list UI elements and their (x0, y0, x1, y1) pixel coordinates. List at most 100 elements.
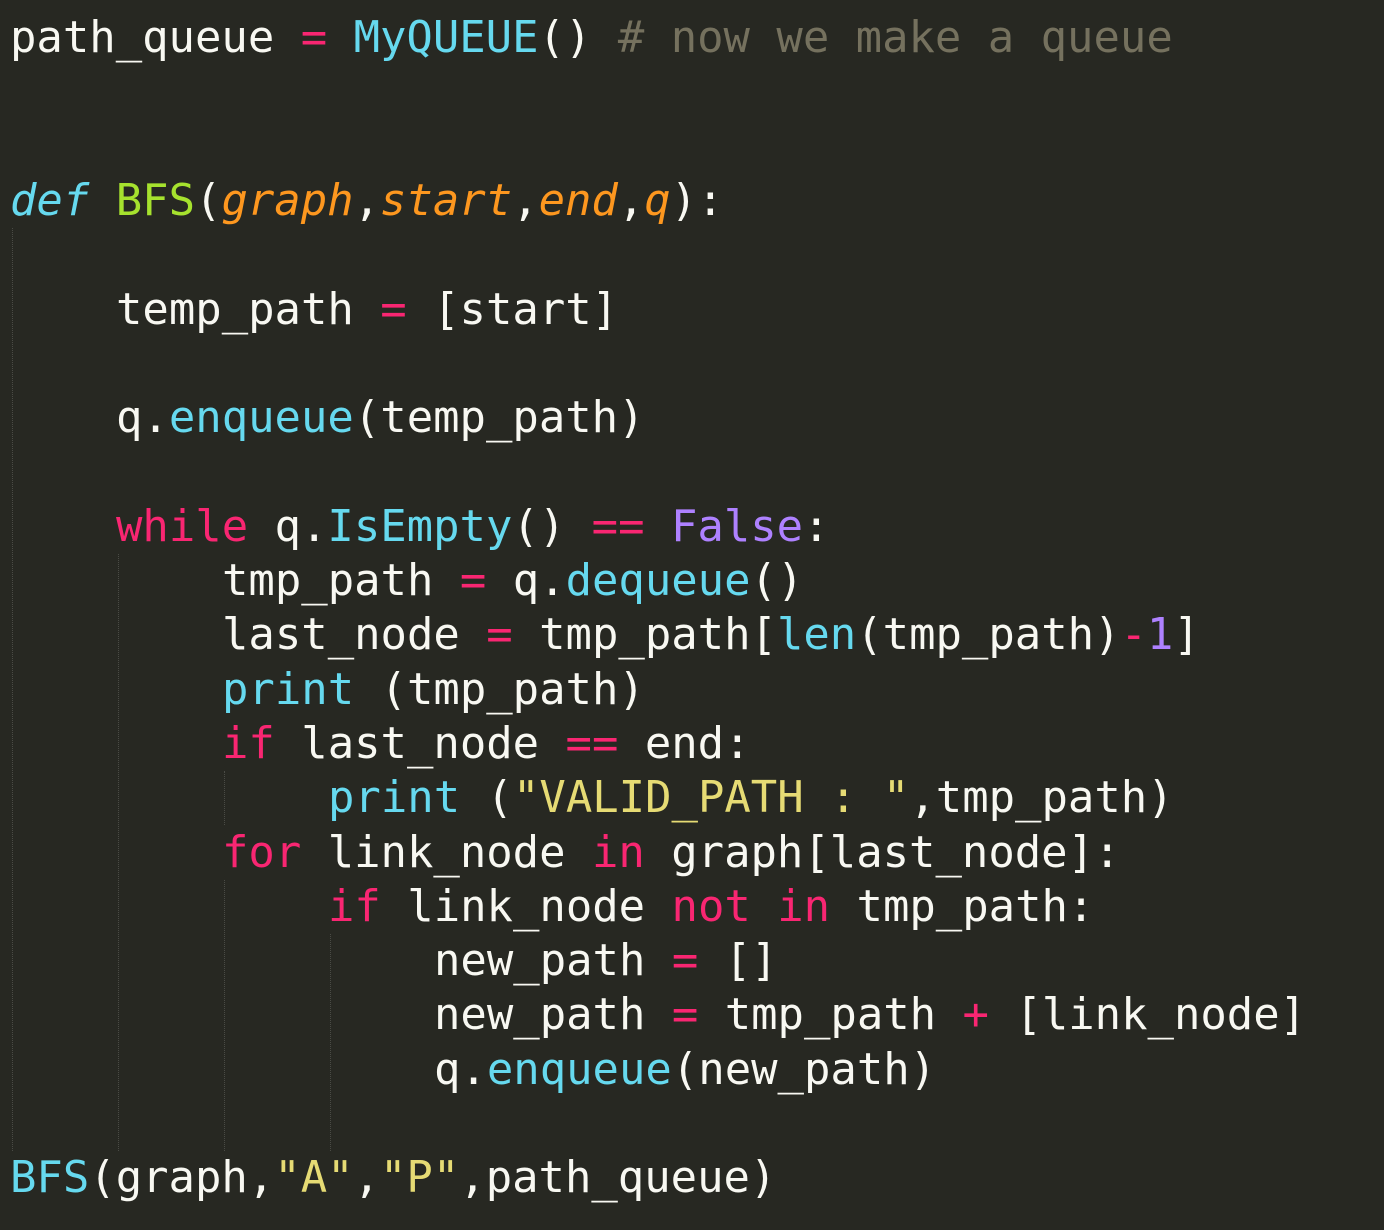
code-token-kw: for (222, 826, 302, 878)
code-line[interactable]: tmp_path = q.dequeue() (222, 554, 803, 608)
code-token-plain: ] (1173, 609, 1200, 661)
code-line[interactable]: while q.IsEmpty() == False: (116, 500, 830, 554)
code-token-plain: , (512, 174, 539, 226)
code-token-builtin: print (222, 663, 355, 715)
code-token-plain: (temp_path) (353, 392, 645, 444)
indent-guide (330, 934, 331, 1152)
code-line[interactable]: if last_node == end: (222, 717, 751, 771)
code-token-plain: new_path (434, 989, 646, 1041)
code-token-plain: tmp_path (698, 989, 963, 1041)
code-token-plain: () (750, 555, 804, 606)
code-token-plain: q. (486, 555, 566, 606)
code-token-op: = (300, 12, 328, 63)
code-token-param: q (644, 174, 671, 226)
code-token-plain: [] (698, 935, 778, 987)
code-token-param: graph (221, 174, 354, 226)
code-token-plain: ,path_queue) (459, 1152, 777, 1204)
code-token-plain: : (803, 500, 830, 552)
code-token-call: dequeue (565, 555, 751, 606)
code-line[interactable]: q.enqueue(temp_path) (116, 391, 645, 445)
code-token-comment: # now we make a queue (617, 12, 1173, 63)
code-token-num: 1 (1146, 609, 1174, 661)
code-token-plain: link_node (301, 826, 592, 878)
code-token-op: == (565, 717, 619, 769)
code-token-plain: q. (116, 392, 169, 444)
code-line[interactable]: q.enqueue(new_path) (434, 1043, 936, 1097)
code-token-kw: while (116, 500, 249, 552)
code-token-plain: path_queue (10, 12, 275, 63)
code-line[interactable]: new_path = [] (434, 934, 778, 988)
code-token-plain: (new_path) (671, 1043, 937, 1095)
code-token-builtin: print (328, 772, 461, 824)
code-token-plain: temp_path (116, 283, 354, 335)
code-line[interactable]: new_path = tmp_path + [link_node] (434, 988, 1306, 1042)
code-token-plain: , (353, 1152, 380, 1204)
code-token-plain: last_node (222, 609, 460, 661)
code-token-str: "VALID_PATH : " (512, 772, 910, 824)
code-token-op: + (962, 989, 989, 1041)
indent-guide (118, 554, 119, 1152)
code-token-kw: not (671, 880, 751, 932)
code-token-call: enqueue (168, 392, 354, 444)
code-token-plain: link_node (380, 880, 672, 932)
code-token-plain: q. (248, 500, 328, 552)
code-token-plain: q. (434, 1043, 487, 1095)
code-line[interactable]: if link_node not in tmp_path: (328, 880, 1094, 934)
code-line[interactable]: for link_node in graph[last_node]: (222, 826, 1120, 880)
code-token-plain: [start] (406, 283, 619, 335)
code-token-plain: (graph, (89, 1152, 275, 1204)
indent-guide (224, 879, 225, 1152)
code-editor[interactable]: path_queue = MyQUEUE() # now we make a q… (0, 0, 1384, 1230)
code-token-plain: end: (618, 717, 751, 769)
code-token-call: IsEmpty (327, 500, 513, 552)
code-token-op: = (486, 609, 513, 661)
code-token-plain: tmp_path: (830, 880, 1095, 932)
code-token-param: start (380, 174, 513, 226)
code-token-plain: ( (460, 772, 513, 824)
code-token-str: "P" (379, 1152, 460, 1204)
code-token-plain: last_node (274, 717, 566, 769)
code-token-op: = (671, 935, 699, 987)
code-token-plain: tmp_path (222, 555, 434, 606)
code-line[interactable]: last_node = tmp_path[len(tmp_path)-1] (222, 608, 1200, 662)
code-token-plain: (tmp_path) (354, 663, 645, 715)
code-line[interactable]: print (tmp_path) (222, 663, 645, 717)
code-token-kw: in (591, 826, 645, 878)
indent-guide (224, 771, 225, 826)
code-token-call: enqueue (486, 1043, 672, 1095)
code-token-op: = (459, 555, 487, 606)
code-token-op: = (671, 989, 699, 1041)
code-token-plain: ( (195, 174, 222, 226)
code-line[interactable]: print ("VALID_PATH : ",tmp_path) (328, 771, 1174, 825)
code-token-plain: , (353, 174, 380, 226)
code-token-plain: , (617, 174, 645, 226)
code-token-kw: in (777, 880, 831, 932)
code-token-plain: (tmp_path) (856, 609, 1121, 661)
code-token-op: = (380, 283, 407, 335)
code-line[interactable]: path_queue = MyQUEUE() # now we make a q… (10, 11, 1173, 65)
code-token-kw: if (222, 717, 275, 769)
code-token-plain: tmp_path[ (512, 609, 777, 661)
code-token-plain: () (512, 500, 592, 552)
code-line[interactable]: def BFS(graph,start,end,q): (10, 174, 724, 228)
code-token-builtin: len (776, 609, 857, 661)
code-token-def: def (10, 174, 90, 226)
code-token-plain: ): (670, 174, 724, 226)
code-token-param: end (538, 174, 618, 226)
code-token-plain: () (538, 12, 592, 63)
code-token-plain: ,tmp_path) (909, 772, 1174, 824)
code-line[interactable]: BFS(graph,"A","P",path_queue) (10, 1151, 776, 1205)
code-token-plain: [link_node] (988, 989, 1307, 1041)
code-line[interactable]: temp_path = [start] (116, 283, 618, 337)
code-token-str: "A" (274, 1152, 354, 1204)
